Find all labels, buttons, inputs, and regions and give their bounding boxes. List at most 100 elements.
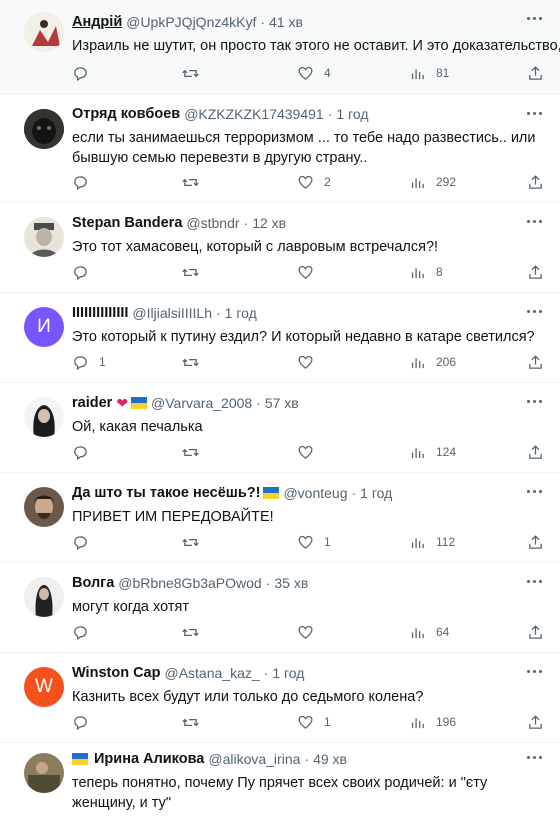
like-button[interactable]: 4 xyxy=(297,63,331,83)
views-button[interactable]: 206 xyxy=(409,352,456,372)
reply-button[interactable] xyxy=(72,442,99,462)
repost-button[interactable] xyxy=(182,172,209,192)
post-time[interactable]: 49 хв xyxy=(313,751,347,767)
avatar[interactable] xyxy=(24,217,64,257)
author-handle[interactable]: @IljialsiIIIILh xyxy=(132,305,212,321)
author-handle[interactable]: @stbndr xyxy=(186,215,239,231)
avatar[interactable] xyxy=(24,753,64,793)
avatar[interactable] xyxy=(24,577,64,617)
like-button[interactable]: 2 xyxy=(297,172,331,192)
repost-button[interactable] xyxy=(182,622,209,642)
views-button[interactable]: 81 xyxy=(409,63,449,83)
post[interactable]: Stepan Bandera @stbndr · 12 хв Это тот х… xyxy=(0,203,560,293)
more-options-button[interactable] xyxy=(524,481,546,501)
avatar[interactable]: И xyxy=(24,307,64,347)
views-button[interactable]: 292 xyxy=(409,172,456,192)
avatar[interactable]: W xyxy=(24,667,64,707)
share-button[interactable] xyxy=(527,712,544,732)
author-handle[interactable]: @alikova_irina xyxy=(208,751,300,767)
author-name[interactable]: Волга xyxy=(72,575,114,591)
share-button[interactable] xyxy=(527,442,544,462)
post[interactable]: Ирина Аликова @alikova_irina · 49 хв теп… xyxy=(0,743,560,820)
share-button[interactable] xyxy=(527,172,544,192)
post[interactable]: Отряд ковбоев @KZKZKZK17439491 · 1 год е… xyxy=(0,95,560,203)
avatar[interactable] xyxy=(24,397,64,437)
views-button[interactable]: 196 xyxy=(409,712,456,732)
share-button[interactable] xyxy=(527,63,544,83)
avatar[interactable] xyxy=(24,12,64,52)
repost-button[interactable] xyxy=(182,442,209,462)
author-name[interactable]: Stepan Bandera xyxy=(72,215,182,231)
author-name[interactable]: Ирина Аликова xyxy=(94,751,204,767)
share-button[interactable] xyxy=(527,352,544,372)
like-button[interactable]: 1 xyxy=(297,532,331,552)
like-button[interactable] xyxy=(297,442,324,462)
author-name[interactable]: Отряд ковбоев xyxy=(72,106,180,122)
share-button[interactable] xyxy=(527,622,544,642)
views-button[interactable]: 8 xyxy=(409,262,443,282)
avatar[interactable] xyxy=(24,487,64,527)
reply-button[interactable] xyxy=(72,172,99,192)
repost-icon xyxy=(182,69,199,77)
post[interactable]: Волга @bRbne8Gb3aPOwod · 35 хв могут ког… xyxy=(0,563,560,653)
author-handle[interactable]: @vonteug xyxy=(283,485,347,501)
repost-button[interactable] xyxy=(182,63,209,83)
share-button[interactable] xyxy=(527,532,544,552)
author-handle[interactable]: @KZKZKZK17439491 xyxy=(184,106,324,122)
reply-button[interactable] xyxy=(72,712,99,732)
author-name[interactable]: Да што ты такое несёшь?! xyxy=(72,485,260,501)
more-options-button[interactable] xyxy=(524,211,546,231)
author-name[interactable]: Winston Cap xyxy=(72,665,160,681)
reply-button[interactable]: 1 xyxy=(72,352,106,372)
post[interactable]: W Winston Cap @Astana_kaz_ · 1 год Казни… xyxy=(0,653,560,743)
more-options-button[interactable] xyxy=(524,571,546,591)
like-button[interactable] xyxy=(297,352,324,372)
post[interactable]: raider ❤ @Varvara_2008 · 57 хв Ой, какая… xyxy=(0,383,560,473)
post-time[interactable]: 1 год xyxy=(360,485,392,501)
more-options-button[interactable] xyxy=(524,661,546,681)
more-options-button[interactable] xyxy=(524,391,546,411)
more-options-button[interactable] xyxy=(524,8,546,28)
author-handle[interactable]: @Astana_kaz_ xyxy=(164,665,259,681)
reply-button[interactable] xyxy=(72,63,99,83)
like-button[interactable] xyxy=(297,262,324,282)
post-text: если ты занимаешься терроризмом ... то т… xyxy=(72,130,536,166)
share-icon xyxy=(529,174,542,189)
post[interactable]: Андрій @UpkPJQjQnz4kKyf · 41 хв Израиль … xyxy=(0,0,560,95)
repost-button[interactable] xyxy=(182,712,209,732)
author-handle[interactable]: @bRbne8Gb3aPOwod xyxy=(118,575,261,591)
reply-button[interactable] xyxy=(72,532,99,552)
post-time[interactable]: 12 хв xyxy=(252,215,286,231)
author-handle[interactable]: @UpkPJQjQnz4kKyf xyxy=(126,14,256,30)
views-icon xyxy=(411,357,424,368)
views-button[interactable]: 64 xyxy=(409,622,449,642)
like-button[interactable]: 1 xyxy=(297,712,331,732)
post-time[interactable]: 41 хв xyxy=(269,14,303,30)
views-button[interactable]: 112 xyxy=(409,532,455,552)
avatar[interactable] xyxy=(24,109,64,149)
repost-button[interactable] xyxy=(182,352,209,372)
more-options-button[interactable] xyxy=(524,747,546,767)
heart-icon xyxy=(298,715,313,729)
post-time[interactable]: 1 год xyxy=(225,305,257,321)
reply-button[interactable] xyxy=(72,262,99,282)
more-options-button[interactable] xyxy=(524,103,546,123)
post-time[interactable]: 35 хв xyxy=(274,575,308,591)
author-name[interactable]: IIIIIIIIIIIIII xyxy=(72,305,128,321)
reply-button[interactable] xyxy=(72,622,99,642)
like-button[interactable] xyxy=(297,622,324,642)
author-name[interactable]: raider xyxy=(72,395,112,411)
post-time[interactable]: 1 год xyxy=(272,665,304,681)
post[interactable]: Да што ты такое несёшь?! @vonteug · 1 го… xyxy=(0,473,560,563)
author-handle[interactable]: @Varvara_2008 xyxy=(151,395,252,411)
post[interactable]: И IIIIIIIIIIIIII @IljialsiIIIILh · 1 год… xyxy=(0,293,560,383)
author-name[interactable]: Андрій xyxy=(72,14,122,30)
repost-button[interactable] xyxy=(182,532,209,552)
repost-button[interactable] xyxy=(182,262,209,282)
post-text: Казнить всех будут или только до седьмог… xyxy=(72,689,424,705)
post-time[interactable]: 57 хв xyxy=(265,395,299,411)
share-button[interactable] xyxy=(527,262,544,282)
post-time[interactable]: 1 год xyxy=(336,106,368,122)
more-options-button[interactable] xyxy=(524,301,546,321)
views-button[interactable]: 124 xyxy=(409,442,456,462)
